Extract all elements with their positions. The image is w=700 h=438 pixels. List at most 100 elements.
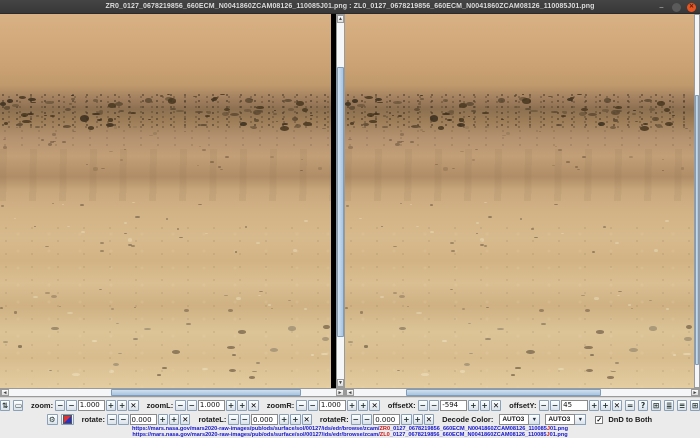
zoomR-increase-fast-button[interactable]: +: [358, 400, 368, 411]
offsetY-decrease-fast-button[interactable]: −: [539, 400, 549, 411]
gear-icon[interactable]: ⚙: [47, 414, 58, 425]
zoomL-input[interactable]: [198, 400, 225, 411]
layout-list-button[interactable]: ≡: [677, 400, 687, 411]
layout-grid-button[interactable]: ⊞: [651, 400, 661, 411]
maximize-button[interactable]: [672, 3, 681, 12]
zoomR-control-group: zoomR: − − + + ✕: [262, 400, 380, 411]
rotateR-reset-button[interactable]: ✕: [424, 414, 434, 425]
offsetX-decrease-button[interactable]: −: [429, 400, 439, 411]
zoomL-increase-fast-button[interactable]: +: [237, 400, 247, 411]
zoomR-decrease-fast-button[interactable]: −: [296, 400, 306, 411]
offsetX-increase-button[interactable]: +: [468, 400, 478, 411]
stereo-viewer: ▲ ▼ ◄ ► ◄ ►: [0, 14, 700, 397]
scroll-left-icon[interactable]: ◄: [1, 389, 9, 396]
rotateR-increase-fast-button[interactable]: +: [413, 414, 423, 425]
chevron-down-icon[interactable]: ▼: [575, 414, 586, 425]
rotate-decrease-fast-button[interactable]: −: [107, 414, 117, 425]
zoomR-increase-button[interactable]: +: [347, 400, 357, 411]
scroll-right-icon[interactable]: ►: [336, 389, 344, 396]
zoomR-input[interactable]: [319, 400, 346, 411]
rotate-label: rotate:: [82, 415, 105, 424]
zoom-increase-fast-button[interactable]: +: [117, 400, 127, 411]
rotateL-increase-button[interactable]: +: [279, 414, 289, 425]
rotate-reset-button[interactable]: ✕: [180, 414, 190, 425]
right-vertical-scrollbar[interactable]: [694, 14, 700, 388]
left-image-panel[interactable]: [0, 14, 331, 388]
decode-color-left-value: AUTO3: [499, 414, 529, 425]
layout-rows-button[interactable]: ≣: [664, 400, 674, 411]
offsetY-reset-button[interactable]: ✕: [612, 400, 622, 411]
dnd-to-both-checkbox[interactable]: ✓: [595, 416, 603, 424]
rotate-increase-button[interactable]: +: [158, 414, 168, 425]
offsetY-control-group: offsetY: − − + + ✕: [504, 400, 622, 411]
scroll-down-icon[interactable]: ▼: [337, 379, 344, 387]
rotateR-input[interactable]: [373, 414, 400, 425]
link-left-eye-url[interactable]: https://mars.nasa.gov/mars2020-raw-image…: [132, 433, 567, 438]
rotateL-decrease-fast-button[interactable]: −: [228, 414, 238, 425]
offsetX-increase-fast-button[interactable]: +: [480, 400, 490, 411]
zoom-label: zoom:: [31, 401, 53, 410]
zoom-decrease-fast-button[interactable]: −: [55, 400, 65, 411]
offsetY-label: offsetY:: [509, 401, 536, 410]
rotate-increase-fast-button[interactable]: +: [169, 414, 179, 425]
zoom-increase-button[interactable]: +: [106, 400, 116, 411]
zoomR-label: zoomR:: [267, 401, 295, 410]
rotate-input[interactable]: [130, 414, 157, 425]
left-vscroll-thumb[interactable]: [337, 67, 344, 337]
rotateL-input[interactable]: [251, 414, 278, 425]
minimize-button[interactable]: –: [657, 3, 666, 12]
zoomL-increase-button[interactable]: +: [226, 400, 236, 411]
right-vscroll-thumb[interactable]: [695, 95, 699, 365]
offsetX-input[interactable]: [440, 400, 467, 411]
zoomL-decrease-fast-button[interactable]: −: [175, 400, 185, 411]
left-horizontal-scrollbar[interactable]: ◄ ►: [0, 388, 345, 397]
scroll-left-icon[interactable]: ◄: [346, 389, 354, 396]
rotateR-increase-button[interactable]: +: [401, 414, 411, 425]
color-mode-icon[interactable]: [61, 414, 74, 425]
rotateL-control-group: rotateL: − − + + ✕: [193, 414, 311, 425]
fit-view-button[interactable]: ▭: [13, 400, 23, 411]
rotate-decrease-button[interactable]: −: [118, 414, 128, 425]
chevron-down-icon[interactable]: ▼: [529, 414, 540, 425]
swap-views-button[interactable]: ⇅: [0, 400, 10, 411]
left-vertical-scrollbar[interactable]: ▲ ▼: [336, 14, 345, 388]
right-horizontal-scrollbar[interactable]: ◄ ►: [345, 388, 700, 397]
offsetY-input[interactable]: [561, 400, 588, 411]
mars-terrain-image-right: [345, 14, 694, 388]
scroll-up-icon[interactable]: ▲: [337, 15, 344, 23]
rotateL-label: rotateL:: [198, 415, 226, 424]
right-image-panel[interactable]: [345, 14, 694, 388]
zoomL-decrease-button[interactable]: −: [187, 400, 197, 411]
offsetY-increase-fast-button[interactable]: +: [600, 400, 610, 411]
close-button[interactable]: ✕: [687, 3, 696, 12]
right-hscroll-thumb[interactable]: [406, 389, 601, 396]
zoom-decrease-button[interactable]: −: [66, 400, 76, 411]
zoom-input[interactable]: [78, 400, 105, 411]
red-blue-swatch-icon: [63, 415, 72, 424]
decode-color-right-select[interactable]: AUTO3 ▼: [545, 414, 586, 425]
offsetX-decrease-fast-button[interactable]: −: [418, 400, 428, 411]
zoomL-reset-button[interactable]: ✕: [248, 400, 258, 411]
rotateR-decrease-button[interactable]: −: [362, 414, 372, 425]
decode-color-label: Decode Color:: [442, 415, 493, 424]
offsetY-increase-button[interactable]: +: [589, 400, 599, 411]
rotateR-decrease-fast-button[interactable]: −: [351, 414, 361, 425]
help-button[interactable]: ?: [638, 400, 648, 411]
window-title: ZR0_0127_0678219856_660ECM_N0041860ZCAM0…: [0, 3, 700, 10]
zoom-reset-button[interactable]: ✕: [128, 400, 138, 411]
layout-tiles-button[interactable]: ⊞: [690, 400, 700, 411]
offsetX-reset-button[interactable]: ✕: [491, 400, 501, 411]
rotateL-reset-button[interactable]: ✕: [302, 414, 312, 425]
align-button[interactable]: =: [625, 400, 635, 411]
offsetX-control-group: offsetX: − − + + ✕: [383, 400, 501, 411]
offsetY-decrease-button[interactable]: −: [550, 400, 560, 411]
zoomR-reset-button[interactable]: ✕: [369, 400, 379, 411]
scroll-right-icon[interactable]: ►: [691, 389, 699, 396]
left-hscroll-thumb[interactable]: [111, 389, 301, 396]
rotateL-increase-fast-button[interactable]: +: [290, 414, 300, 425]
decode-color-left-select[interactable]: AUTO3 ▼: [499, 414, 540, 425]
zoomR-decrease-button[interactable]: −: [308, 400, 318, 411]
rotate-control-group: rotate: − − + + ✕: [77, 414, 191, 425]
rotateL-decrease-button[interactable]: −: [240, 414, 250, 425]
offsetX-label: offsetX:: [388, 401, 416, 410]
